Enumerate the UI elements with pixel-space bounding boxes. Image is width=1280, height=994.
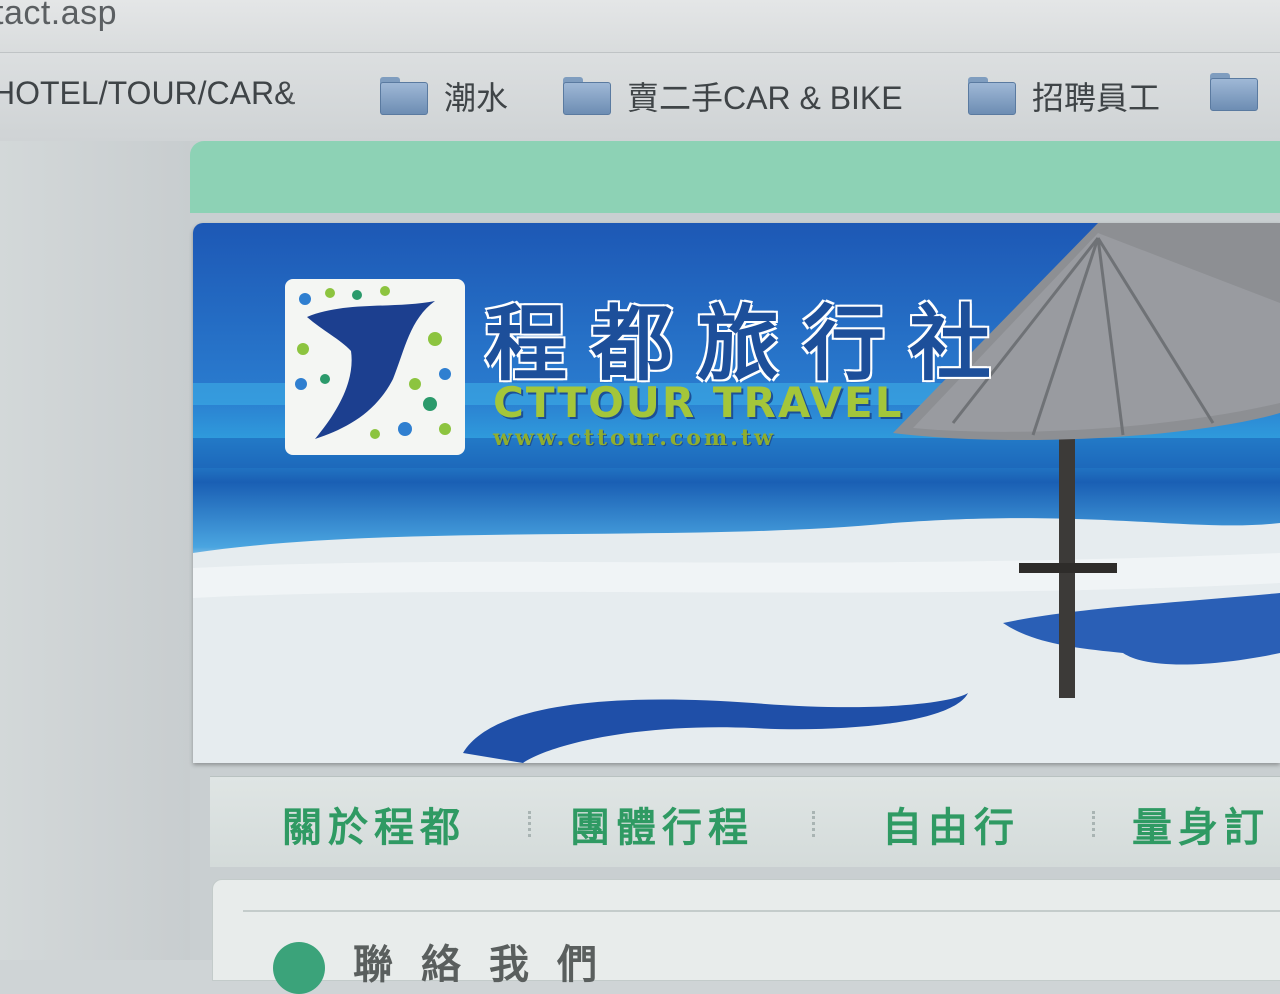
nav-about[interactable]: 關於程都: [282, 795, 466, 853]
nav-separator: [1092, 811, 1098, 837]
page-margin: [0, 141, 190, 960]
header-banner: 程都旅行社 CTTOUR TRAVEL www.cttour.com.tw: [193, 223, 1280, 763]
bookmark-hotel-tour-car[interactable]: HOTEL/TOUR/CAR&: [0, 75, 337, 112]
contact-bullet-icon: [273, 942, 325, 994]
brand-website: www.cttour.com.tw: [493, 425, 776, 451]
bookmark-folder-partial[interactable]: [1210, 73, 1258, 111]
bookmark-label: 潮水: [444, 80, 509, 116]
nav-group-tours[interactable]: 團體行程: [570, 795, 754, 853]
folder-icon: [563, 77, 611, 115]
content-panel: 聯絡我們: [212, 879, 1280, 994]
section-title: 聯絡我們: [353, 942, 625, 988]
folder-icon: [380, 77, 428, 115]
bookmark-label: 賣二手CAR & BIKE: [627, 80, 903, 116]
bookmark-folder-recruit[interactable]: 招聘員工: [968, 73, 1160, 119]
nav-separator: [812, 811, 818, 837]
bookmark-folder-tide[interactable]: 潮水: [380, 73, 508, 119]
nav-separator: [528, 811, 534, 837]
divider: [243, 910, 1280, 912]
folder-icon: [1210, 73, 1258, 111]
url-text[interactable]: tact.asp: [0, 0, 117, 33]
folder-icon: [968, 77, 1016, 115]
nav-custom-tours[interactable]: 量身訂: [1132, 795, 1270, 853]
header-strip: [190, 141, 1280, 213]
address-bar[interactable]: tact.asp: [0, 0, 1280, 52]
nav-independent-travel[interactable]: 自由行: [882, 795, 1020, 853]
swallow-logo-icon: [295, 286, 451, 439]
brand-name-english: CTTOUR TRAVEL: [493, 378, 904, 427]
bookmark-folder-secondhand[interactable]: 賣二手CAR & BIKE: [563, 73, 903, 119]
bookmarks-bar: HOTEL/TOUR/CAR& 潮水 賣二手CAR & BIKE 招聘員工: [0, 52, 1280, 142]
bookmark-label: 招聘員工: [1032, 80, 1161, 116]
web-page: 程都旅行社 CTTOUR TRAVEL www.cttour.com.tw 關於…: [0, 141, 1280, 994]
main-navigation: 關於程都 團體行程 自由行 量身訂: [210, 776, 1280, 867]
company-logo: [285, 279, 465, 455]
